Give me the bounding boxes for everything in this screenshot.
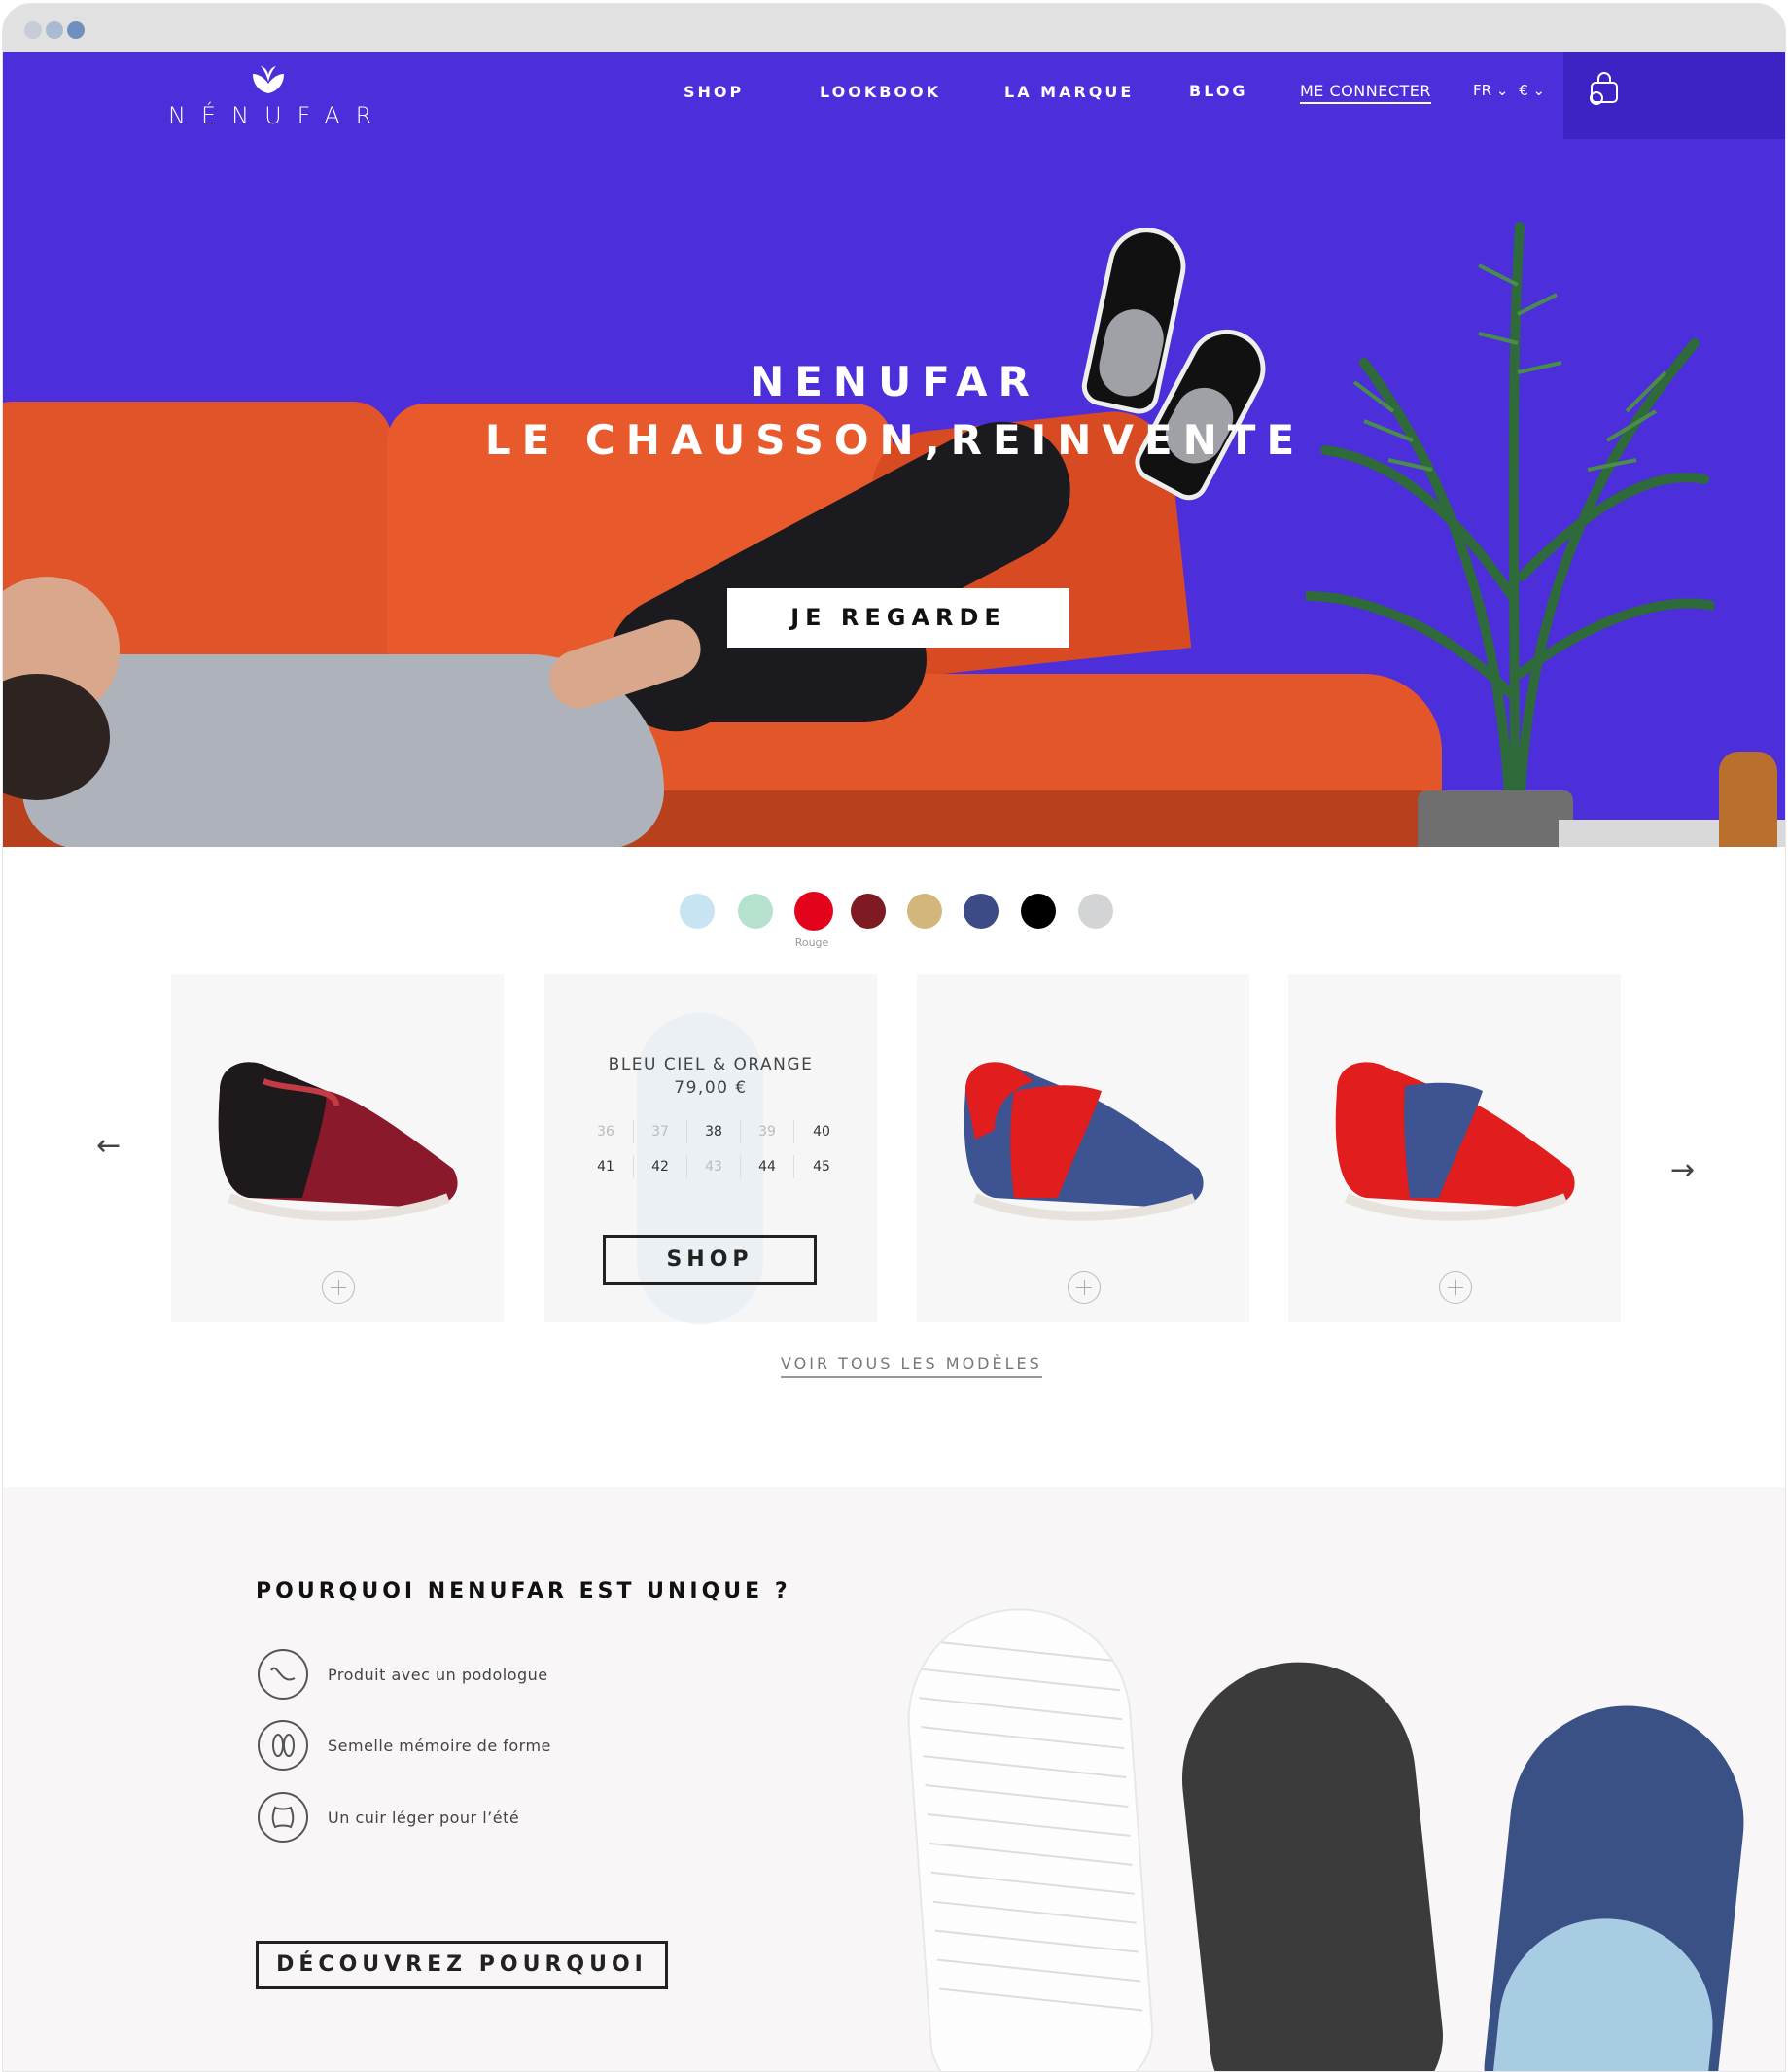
- product-image-insole: [1171, 1650, 1451, 2071]
- arrow-right-icon[interactable]: →: [1670, 1153, 1695, 1187]
- window-dot-close[interactable]: [24, 21, 42, 39]
- product-card-hover[interactable]: BLEU CIEL & ORANGE 79,00 € 36 37 38 39 4…: [544, 974, 877, 1324]
- swatch-mint[interactable]: [738, 894, 773, 929]
- currency-value: €: [1519, 82, 1528, 99]
- sole-groove: [921, 1726, 1125, 1750]
- add-to-cart-icon[interactable]: [322, 1271, 355, 1304]
- size-divider: [793, 1155, 794, 1178]
- product-image-burgundy: [218, 1062, 458, 1221]
- nav-blog[interactable]: BLOG: [1189, 82, 1248, 100]
- size-option[interactable]: 43: [694, 1159, 733, 1175]
- sole-groove: [932, 1900, 1137, 1924]
- size-option[interactable]: 44: [748, 1159, 787, 1175]
- chevron-down-icon: ⌄: [1532, 82, 1546, 99]
- language-value: FR: [1473, 82, 1492, 99]
- swatch-camel[interactable]: [907, 894, 942, 929]
- feature-text: Produit avec un podologue: [328, 1666, 548, 1684]
- sole-groove: [934, 1929, 1139, 1953]
- swatch-red[interactable]: [794, 892, 833, 931]
- sole-groove: [919, 1697, 1123, 1721]
- chevron-down-icon: ⌄: [1495, 82, 1509, 99]
- hero-subtitle: LE CHAUSSON,REINVENTE: [484, 416, 1306, 464]
- hero-banner: NÉNUFAR SHOP LOOKBOOK LA MARQUE BLOG ME …: [3, 52, 1785, 847]
- size-divider: [740, 1120, 741, 1143]
- shop-button[interactable]: SHOP: [603, 1235, 817, 1285]
- add-to-cart-icon[interactable]: [1439, 1271, 1472, 1304]
- sole-groove: [923, 1755, 1127, 1779]
- size-divider: [740, 1155, 741, 1178]
- swatch-selected-label: Rouge: [794, 936, 829, 949]
- sole-groove: [925, 1784, 1129, 1808]
- size-divider: [633, 1155, 634, 1178]
- sole-groove: [930, 1871, 1135, 1895]
- unique-section: POURQUOI NENUFAR EST UNIQUE ? Produit av…: [3, 1487, 1785, 2071]
- window-dot-maximize[interactable]: [67, 21, 85, 39]
- feature-text: Semelle mémoire de forme: [328, 1737, 551, 1755]
- sole-groove: [939, 1987, 1143, 2012]
- size-option[interactable]: 40: [802, 1124, 841, 1140]
- size-option[interactable]: 39: [748, 1124, 787, 1140]
- swatch-black[interactable]: [1021, 894, 1056, 929]
- swatch-navy[interactable]: [964, 894, 999, 929]
- nav-shop[interactable]: SHOP: [684, 83, 744, 101]
- size-divider: [793, 1120, 794, 1143]
- sole-groove: [929, 1842, 1133, 1866]
- browser-window: NÉNUFAR SHOP LOOKBOOK LA MARQUE BLOG ME …: [2, 3, 1786, 2072]
- sole-groove: [937, 1958, 1141, 1983]
- product-image-outsole: [899, 1600, 1158, 2071]
- logo-icon[interactable]: [251, 64, 286, 95]
- size-option[interactable]: 45: [802, 1159, 841, 1175]
- browser-chrome: [3, 4, 1785, 52]
- product-card[interactable]: [1288, 974, 1621, 1322]
- language-selector[interactable]: FR ⌄ € ⌄: [1473, 82, 1545, 99]
- size-option[interactable]: 41: [586, 1159, 625, 1175]
- arrow-left-icon[interactable]: ←: [96, 1129, 121, 1163]
- hero-image-plant: [1306, 222, 1714, 810]
- sole-groove: [917, 1668, 1121, 1692]
- product-image-navy-red: [964, 1062, 1204, 1221]
- size-option[interactable]: 38: [694, 1124, 733, 1140]
- hero-title: NENUFAR: [750, 358, 1040, 405]
- hero-cta-button[interactable]: JE REGARDE: [727, 588, 1069, 648]
- feature-text: Un cuir léger pour l’été: [328, 1809, 520, 1827]
- size-divider: [633, 1120, 634, 1143]
- product-price: 79,00 €: [674, 1078, 748, 1098]
- sole-groove: [927, 1812, 1131, 1837]
- discover-why-button[interactable]: DÉCOUVREZ POURQUOI: [256, 1941, 668, 1989]
- hero-image-pot: [1418, 790, 1573, 847]
- logo-text[interactable]: NÉNUFAR: [168, 102, 387, 129]
- section-title: POURQUOI NENUFAR EST UNIQUE ?: [256, 1579, 791, 1603]
- product-image-blue-slipper: [1478, 1694, 1756, 2071]
- sole-groove: [915, 1638, 1119, 1663]
- size-option[interactable]: 37: [641, 1124, 680, 1140]
- footprint-icon: [258, 1720, 308, 1771]
- product-name: BLEU CIEL & ORANGE: [608, 1055, 814, 1074]
- product-card[interactable]: [917, 974, 1249, 1322]
- swatch-light-blue[interactable]: [680, 894, 715, 929]
- login-link[interactable]: ME CONNECTER: [1300, 82, 1431, 104]
- swatch-grey[interactable]: [1078, 894, 1113, 929]
- swatch-burgundy[interactable]: [851, 894, 886, 929]
- add-to-cart-icon[interactable]: [1068, 1271, 1101, 1304]
- hero-image-bottle: [1719, 752, 1777, 847]
- curve-icon: [258, 1649, 308, 1700]
- size-option[interactable]: 42: [641, 1159, 680, 1175]
- size-option[interactable]: 36: [586, 1124, 625, 1140]
- size-divider: [686, 1155, 687, 1178]
- nav-la-marque[interactable]: LA MARQUE: [1004, 83, 1134, 101]
- product-image-red-navy: [1335, 1062, 1575, 1221]
- size-divider: [686, 1120, 687, 1143]
- see-all-models-link[interactable]: VOIR TOUS LES MODÈLES: [781, 1354, 1042, 1378]
- leather-icon: [258, 1792, 308, 1843]
- color-filter: Rouge: [3, 892, 1785, 952]
- nav-lookbook[interactable]: LOOKBOOK: [820, 83, 941, 101]
- window-dot-minimize[interactable]: [46, 21, 63, 39]
- product-card[interactable]: [171, 974, 504, 1322]
- shopping-bag-icon[interactable]: [1588, 71, 1621, 106]
